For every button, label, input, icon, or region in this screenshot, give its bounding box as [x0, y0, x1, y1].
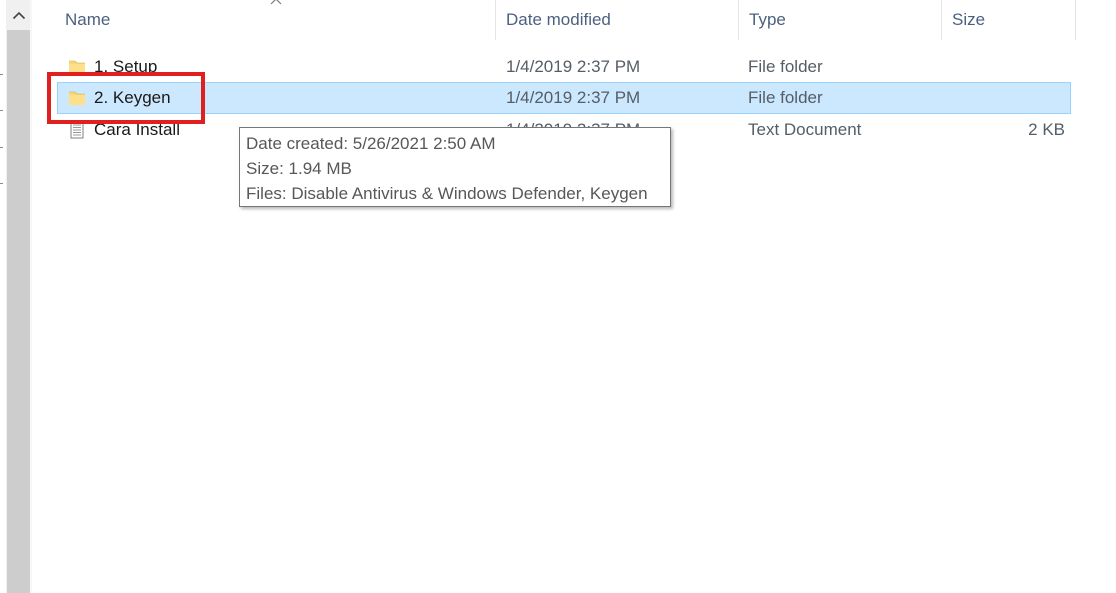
file-type: File folder — [748, 57, 823, 76]
text-document-icon — [70, 121, 84, 139]
column-header-type[interactable]: Type — [741, 0, 941, 40]
column-header-size[interactable]: Size — [944, 0, 1075, 40]
column-header-date-modified[interactable]: Date modified — [498, 0, 738, 40]
nav-tick — [0, 74, 3, 75]
file-name[interactable]: Cara Install — [94, 115, 180, 145]
nav-tick — [0, 147, 3, 148]
folder-info-tooltip: Date created: 5/26/2021 2:50 AM Size: 1.… — [239, 127, 671, 207]
file-name[interactable]: 1. Setup — [94, 52, 157, 82]
column-header-row: Name Date modified Type Size — [33, 0, 1116, 40]
file-type: File folder — [748, 88, 823, 107]
folder-icon — [69, 60, 85, 74]
tooltip-date-created: Date created: 5/26/2021 2:50 AM — [246, 134, 496, 153]
nav-tick — [0, 183, 3, 184]
file-date-modified: 1/4/2019 2:37 PM — [506, 88, 641, 107]
file-name[interactable]: 2. Keygen — [94, 83, 171, 113]
vertical-scrollbar[interactable] — [6, 0, 32, 593]
tooltip-size: Size: 1.94 MB — [246, 159, 352, 178]
column-divider[interactable] — [738, 0, 739, 40]
column-divider[interactable] — [1075, 0, 1076, 40]
folder-icon — [69, 91, 85, 105]
column-header-name[interactable]: Name — [57, 0, 495, 40]
scrollbar-thumb[interactable] — [7, 30, 31, 593]
tooltip-files: Files: Disable Antivirus & Windows Defen… — [246, 184, 648, 203]
column-divider[interactable] — [941, 0, 942, 40]
file-type: Text Document — [748, 120, 862, 139]
file-explorer-window: Name Date modified Type Size 1. Setup 1/… — [0, 0, 1116, 593]
scrollbar-edge — [30, 0, 32, 593]
file-size: 2 KB — [1028, 120, 1065, 139]
nav-tick — [0, 110, 3, 111]
file-date-modified: 1/4/2019 2:37 PM — [506, 57, 641, 76]
file-row-keygen[interactable]: 2. Keygen 1/4/2019 2:37 PM File folder — [57, 82, 1071, 114]
column-divider[interactable] — [495, 0, 496, 40]
scroll-up-button[interactable] — [6, 0, 32, 30]
chevron-up-icon — [12, 11, 26, 19]
file-list-view: Name Date modified Type Size 1. Setup 1/… — [33, 0, 1116, 593]
file-row-setup[interactable]: 1. Setup 1/4/2019 2:37 PM File folder — [57, 51, 1071, 83]
